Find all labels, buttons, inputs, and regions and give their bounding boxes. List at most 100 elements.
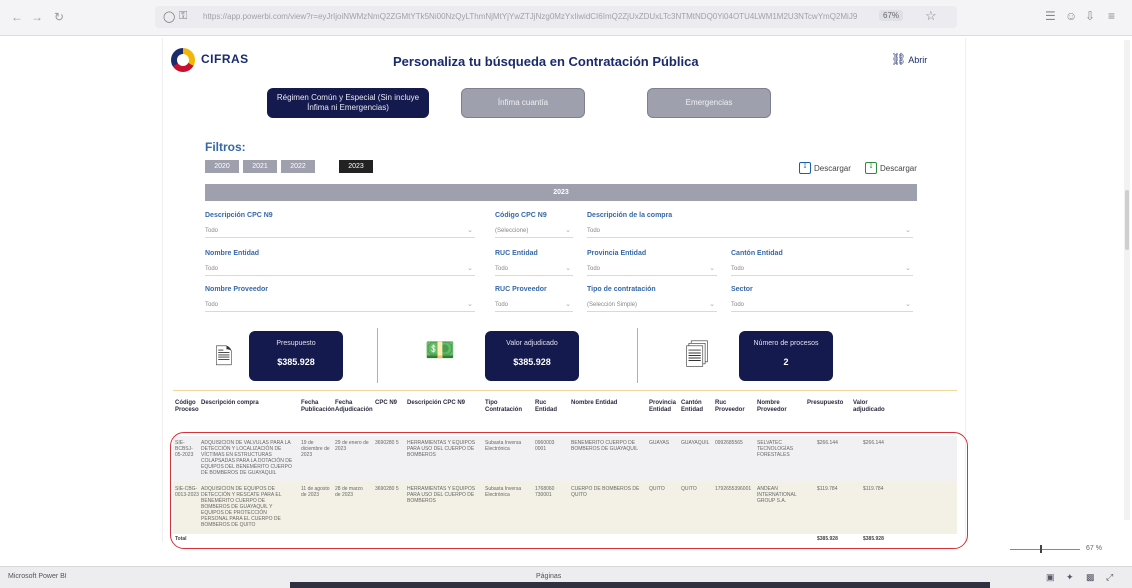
col-header[interactable]: Valor adjudicado — [853, 400, 893, 414]
zoom-level: 67 % — [1086, 545, 1102, 552]
filter-select-sector[interactable]: Todo ⌄ — [731, 298, 913, 312]
chevron-down-icon: ⌄ — [565, 265, 571, 272]
cifras-logo-icon — [171, 48, 195, 72]
twitter-share-icon[interactable]: ✦ — [1066, 572, 1074, 583]
filter-value: Todo — [587, 266, 601, 272]
menu-icon[interactable]: ≡ — [1108, 9, 1115, 23]
zoom-indicator[interactable]: 67% — [879, 10, 904, 21]
col-header[interactable]: Fecha Adjudicación — [335, 400, 373, 414]
filter-value: Todo — [205, 302, 219, 308]
scrollbar-thumb[interactable] — [1125, 190, 1129, 250]
year-button-2022[interactable]: 2022 — [281, 160, 315, 173]
chevron-down-icon: ⌄ — [467, 227, 473, 234]
chevron-down-icon: ⌄ — [905, 301, 911, 308]
powerbi-link[interactable]: Microsoft Power BI — [8, 573, 67, 580]
linkedin-share-icon[interactable]: ▩ — [1086, 572, 1095, 583]
extensions-icon[interactable]: ☰ — [1045, 9, 1056, 23]
filter-label-tipo-contratacion: Tipo de contratación — [587, 286, 656, 293]
filter-label-desc-compra: Descripción de la compra — [587, 212, 673, 219]
col-header[interactable]: Ruc Proveedor — [715, 400, 751, 414]
fullscreen-icon[interactable]: ⤢ — [1106, 572, 1113, 583]
col-header[interactable]: Cantón Entidad — [681, 400, 711, 414]
year-button-2020[interactable]: 2020 — [205, 160, 239, 173]
filters-heading: Filtros: — [205, 140, 246, 154]
kpi-title: Presupuesto — [276, 340, 316, 347]
address-bar[interactable]: ◯ ⚿ https://app.powerbi.com/view?r=eyJrI… — [155, 6, 957, 28]
pdf-download-icon: ↧ — [799, 162, 811, 174]
facebook-share-icon[interactable]: ▣ — [1046, 572, 1055, 583]
zoom-slider-handle[interactable] — [1040, 545, 1042, 553]
filter-value: Todo — [587, 228, 601, 234]
filter-label-provincia: Provincia Entidad — [587, 250, 647, 257]
col-header[interactable]: Ruc Entidad — [535, 400, 561, 414]
divider — [637, 328, 638, 383]
pages-button[interactable]: Páginas — [536, 573, 561, 580]
page-scrollbar[interactable] — [1124, 40, 1130, 520]
col-header[interactable]: Nombre Entidad — [571, 400, 639, 407]
filter-label-canton: Cantón Entidad — [731, 250, 783, 257]
zoom-slider[interactable] — [1010, 549, 1080, 550]
kpi-title: Valor adjudicado — [506, 340, 558, 347]
filter-value: (Selección Simple) — [587, 302, 638, 308]
filter-select-desc-cpc[interactable]: Todo ⌄ — [205, 224, 475, 238]
filter-label-ruc-proveedor: RUC Proveedor — [495, 286, 547, 293]
browser-toolbar: ← → ↻ ◯ ⚿ https://app.powerbi.com/view?r… — [0, 0, 1132, 36]
divider — [377, 328, 378, 383]
chevron-down-icon: ⌄ — [467, 265, 473, 272]
download-pdf-label: Descargar — [814, 163, 851, 173]
filter-select-nombre-proveedor[interactable]: Todo ⌄ — [205, 298, 475, 312]
shield-icon[interactable]: ◯ — [163, 10, 175, 23]
tab-infima-cuantia[interactable]: Ínfima cuantía — [461, 88, 585, 118]
open-button[interactable]: ⛓ Abrir — [891, 52, 927, 66]
col-header[interactable]: CPC N9 — [375, 400, 405, 407]
filter-select-tipo-contratacion[interactable]: (Selección Simple) ⌄ — [587, 298, 717, 312]
filter-label-nombre-entidad: Nombre Entidad — [205, 250, 260, 257]
tab-emergencias[interactable]: Emergencias — [647, 88, 771, 118]
tab-regimen-comun[interactable]: Régimen Común y Especial (Sin incluye Ín… — [267, 88, 429, 118]
filter-select-ruc-entidad[interactable]: Todo ⌄ — [495, 262, 573, 276]
col-header[interactable]: Presupuesto — [807, 400, 847, 407]
filter-label-nombre-proveedor: Nombre Proveedor — [205, 286, 269, 293]
year-button-2021[interactable]: 2021 — [243, 160, 277, 173]
filter-value: Todo — [495, 266, 509, 272]
year-button-2023[interactable]: 2023 — [339, 160, 373, 173]
page-title: Personaliza tu búsqueda en Contratación … — [393, 54, 699, 69]
brand-name: CIFRAS — [201, 52, 249, 66]
download-excel-button[interactable]: ↧ Descargar — [865, 162, 917, 174]
lock-icon[interactable]: ⚿ — [179, 10, 187, 23]
document-chart-icon: 🗎 — [215, 344, 233, 369]
kpi-value: $385.928 — [513, 357, 551, 367]
filter-select-codigo-cpc[interactable]: (Seleccione) ⌄ — [495, 224, 573, 238]
col-header[interactable]: Descripción CPC N9 — [407, 400, 477, 407]
back-icon[interactable]: ← — [10, 10, 24, 24]
filter-value: Todo — [205, 228, 219, 234]
col-header[interactable]: Fecha Publicación — [301, 400, 335, 414]
chevron-down-icon: ⌄ — [709, 265, 715, 272]
col-header[interactable]: Código Proceso — [175, 400, 199, 414]
filter-value: Todo — [731, 266, 745, 272]
filter-select-ruc-proveedor[interactable]: Todo ⌄ — [495, 298, 573, 312]
kpi-value: $385.928 — [277, 357, 315, 367]
filter-select-provincia[interactable]: Todo ⌄ — [587, 262, 717, 276]
forward-icon[interactable]: → — [30, 10, 44, 24]
filter-select-nombre-entidad[interactable]: Todo ⌄ — [205, 262, 475, 276]
filter-value: Todo — [731, 302, 745, 308]
url-text[interactable]: https://app.powerbi.com/view?r=eyJrIjoiN… — [203, 11, 863, 23]
col-header[interactable]: Nombre Proveedor — [757, 400, 801, 414]
downloads-icon[interactable]: ⇩ — [1085, 9, 1095, 23]
bookmark-star-icon[interactable]: ☆ — [925, 8, 937, 24]
chevron-down-icon: ⌄ — [905, 265, 911, 272]
filter-select-desc-compra[interactable]: Todo ⌄ — [587, 224, 913, 238]
filter-label-sector: Sector — [731, 286, 753, 293]
col-header[interactable]: Provincia Entidad — [649, 400, 676, 414]
reload-icon[interactable]: ↻ — [52, 10, 66, 24]
download-pdf-button[interactable]: ↧ Descargar — [799, 162, 851, 174]
kpi-value: 2 — [783, 357, 789, 367]
separator-line — [173, 390, 957, 391]
filter-select-canton[interactable]: Todo ⌄ — [731, 262, 913, 276]
highlight-annotation — [170, 432, 968, 549]
col-header[interactable]: Tipo Contratación — [485, 400, 523, 414]
col-header[interactable]: Descripción compra — [201, 400, 289, 407]
chevron-down-icon: ⌄ — [565, 227, 571, 234]
account-icon[interactable]: ☺ — [1065, 9, 1077, 23]
